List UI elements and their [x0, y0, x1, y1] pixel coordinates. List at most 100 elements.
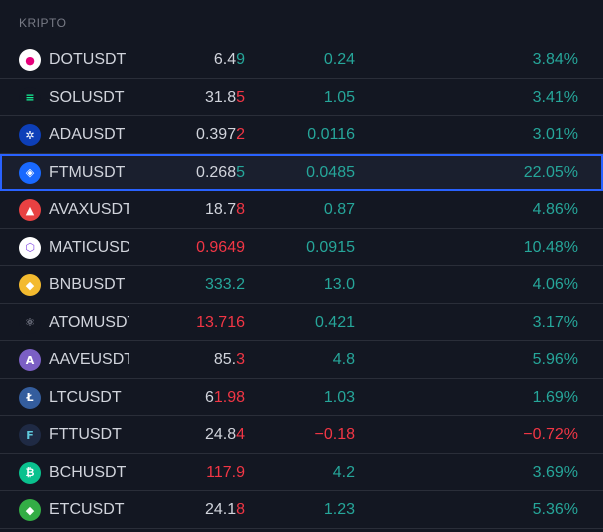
- watchlist-row[interactable]: ● DOTUSDT 6.49 0.24 3.84%: [0, 41, 603, 79]
- watchlist-row[interactable]: ◆ ETCUSDT 24.18 1.23 5.36%: [0, 491, 603, 529]
- price-change: 1.03: [323, 388, 355, 406]
- last-price-main: 31.8: [204, 88, 237, 106]
- percent-change: 5.96%: [532, 351, 578, 368]
- symbol-label: BCHUSDT: [49, 463, 127, 481]
- watchlist-row[interactable]: ⬡ MATICUSDT 0.9649 0.0915 10.48%: [0, 229, 603, 266]
- price-change: 13.0: [323, 276, 355, 293]
- last-price-tick: 1.98: [213, 388, 245, 406]
- bitcoin-cash-icon: ₿: [19, 461, 41, 484]
- percent-change: 3.17%: [532, 313, 578, 331]
- fantom-icon: ◈: [19, 161, 41, 184]
- last-price: 61.98: [205, 379, 245, 416]
- last-price: 31.85: [205, 79, 245, 116]
- percent-change: 22.05%: [523, 163, 578, 181]
- price-change: 0.0485: [306, 163, 355, 181]
- symbol-label: AVAXUSDT: [49, 201, 129, 218]
- watchlist-row[interactable]: ⚛ ATOMUSDT 13.716 0.421 3.17%: [0, 304, 603, 341]
- polygon-icon: ⬡: [19, 236, 41, 259]
- last-price-main: 0.9649: [196, 238, 245, 256]
- last-price: 6.49: [214, 41, 245, 78]
- last-price-main: 6: [204, 388, 214, 406]
- price-change: 0.0915: [306, 238, 355, 256]
- cardano-icon: ✲: [19, 124, 41, 146]
- last-price-main: 13.716: [196, 313, 245, 331]
- last-price: 333.2: [205, 266, 245, 303]
- last-price: 13.716: [196, 304, 245, 341]
- percent-change: 10.48%: [523, 238, 578, 256]
- watchlist-row[interactable]: A AAVEUSDT 85.3 4.8 5.96%: [0, 341, 603, 379]
- polkadot-icon: ●: [19, 49, 41, 71]
- watchlist: ● DOTUSDT 6.49 0.24 3.84% ≡ SOLUSDT 31.85 1.05 3.…: [0, 41, 603, 529]
- watchlist-row[interactable]: ◆ BNBUSDT 333.2 13.0 4.06%: [0, 266, 603, 304]
- ethereum-classic-icon: ◆: [19, 499, 41, 521]
- last-price: 117.9: [206, 454, 245, 491]
- percent-change: 4.86%: [532, 201, 578, 218]
- price-change: 4.8: [332, 351, 355, 368]
- last-price-main: 0.268: [196, 163, 237, 181]
- last-price-main: 85.: [213, 351, 237, 368]
- last-price: 18.78: [205, 191, 245, 228]
- last-price-main: 333.2: [204, 276, 245, 293]
- percent-change: 3.01%: [532, 126, 578, 143]
- percent-change: 3.69%: [532, 463, 578, 481]
- avalanche-icon: ▲: [19, 199, 41, 221]
- percent-change: 3.84%: [532, 51, 578, 68]
- symbol-label: FTMUSDT: [49, 163, 126, 181]
- last-price: 24.84: [205, 416, 245, 453]
- last-price-main: 117.9: [206, 463, 245, 481]
- symbol-label: ETCUSDT: [49, 501, 125, 518]
- price-change: 1.05: [323, 88, 355, 106]
- litecoin-icon: Ł: [19, 386, 41, 409]
- watchlist-row[interactable]: ◈ FTMUSDT 0.2685 0.0485 22.05%: [0, 153, 603, 191]
- last-price: 0.2685: [196, 154, 245, 191]
- percent-change: 1.69%: [532, 388, 578, 406]
- solana-icon: ≡: [19, 86, 41, 109]
- price-change: 4.2: [332, 463, 355, 481]
- symbol-label: LTCUSDT: [49, 388, 122, 406]
- section-title: KRIPTO: [19, 16, 67, 30]
- last-price-main: 24.1: [204, 501, 237, 518]
- last-price-tick: 5: [236, 163, 245, 181]
- symbol-label: SOLUSDT: [49, 88, 125, 106]
- symbol-label: ADAUSDT: [49, 126, 126, 143]
- percent-change: 3.41%: [532, 88, 578, 106]
- last-price-main: 18.7: [204, 201, 237, 218]
- symbol-label: BNBUSDT: [49, 276, 126, 293]
- watchlist-row[interactable]: ▲ AVAXUSDT 18.78 0.87 4.86%: [0, 191, 603, 229]
- watchlist-row[interactable]: F FTTUSDT 24.84 −0.18 −0.72%: [0, 416, 603, 454]
- last-price-main: 0.397: [196, 126, 237, 143]
- watchlist-row[interactable]: Ł LTCUSDT 61.98 1.03 1.69%: [0, 379, 603, 416]
- symbol-label: MATICUSDT: [49, 238, 129, 256]
- symbol-label: ATOMUSDT: [49, 313, 129, 331]
- aave-icon: A: [19, 349, 41, 371]
- last-price: 0.3972: [196, 116, 245, 153]
- symbol-label: DOTUSDT: [49, 51, 127, 68]
- last-price-tick: 8: [236, 501, 245, 518]
- watchlist-row[interactable]: ≡ SOLUSDT 31.85 1.05 3.41%: [0, 79, 603, 116]
- price-change: 1.23: [323, 501, 355, 518]
- percent-change: 4.06%: [532, 276, 578, 293]
- watchlist-row[interactable]: ✲ ADAUSDT 0.3972 0.0116 3.01%: [0, 116, 603, 154]
- symbol-label: AAVEUSDT: [49, 351, 129, 368]
- last-price-tick: 8: [236, 201, 245, 218]
- watchlist-row[interactable]: ₿ BCHUSDT 117.9 4.2 3.69%: [0, 454, 603, 491]
- last-price-tick: 9: [236, 51, 245, 68]
- last-price-tick: 3: [236, 351, 245, 368]
- last-price-tick: 4: [236, 426, 245, 443]
- last-price: 24.18: [205, 491, 245, 528]
- price-change: 0.421: [314, 313, 355, 331]
- percent-change: −0.72%: [523, 426, 578, 443]
- cosmos-icon: ⚛: [19, 311, 41, 334]
- ftx-icon: F: [19, 424, 41, 446]
- last-price-tick: 2: [236, 126, 245, 143]
- last-price-main: 6.4: [213, 51, 237, 68]
- price-change: 0.87: [323, 201, 355, 218]
- last-price-main: 24.8: [204, 426, 237, 443]
- binance-icon: ◆: [19, 274, 41, 296]
- symbol-label: FTTUSDT: [49, 426, 122, 443]
- last-price: 0.9649: [196, 229, 245, 266]
- price-change: 0.24: [323, 51, 355, 68]
- last-price: 85.3: [214, 341, 245, 378]
- last-price-tick: 5: [236, 88, 245, 106]
- price-change: 0.0116: [307, 126, 355, 143]
